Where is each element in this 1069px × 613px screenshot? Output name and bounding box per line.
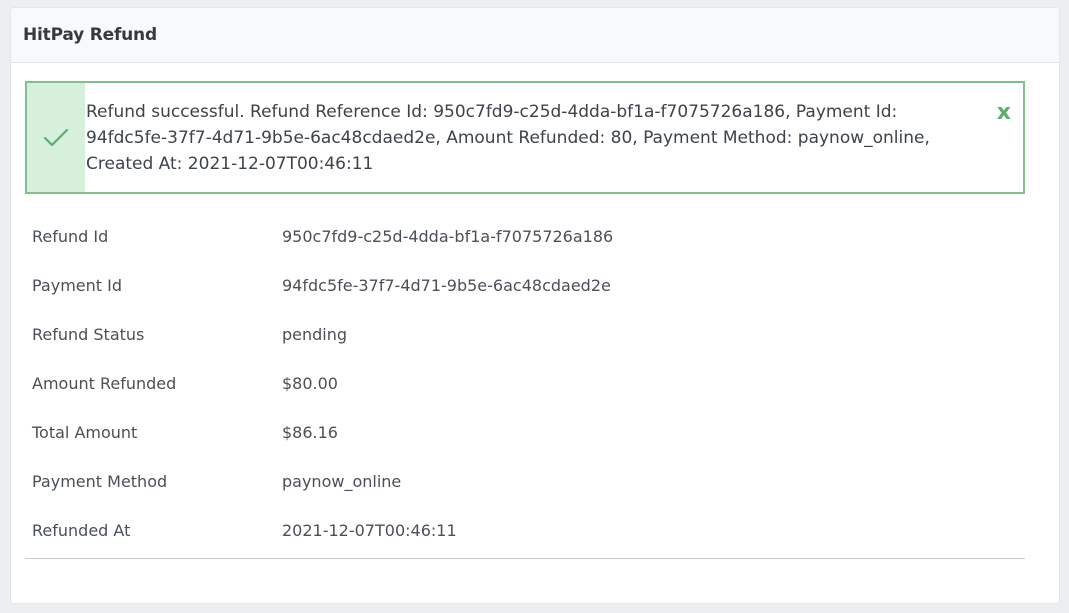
detail-value: 2021-12-07T00:46:11 [282, 521, 457, 540]
detail-row-refund-id: Refund Id 950c7fd9-c25d-4dda-bf1a-f70757… [25, 212, 1025, 261]
detail-row-payment-id: Payment Id 94fdc5fe-37f7-4d71-9b5e-6ac48… [25, 261, 1025, 310]
close-alert-button[interactable]: x [997, 101, 1011, 125]
detail-row-total-amount: Total Amount $86.16 [25, 408, 1025, 457]
refund-details: Refund Id 950c7fd9-c25d-4dda-bf1a-f70757… [25, 212, 1025, 555]
detail-value: $86.16 [282, 423, 338, 442]
detail-label: Refund Status [32, 325, 145, 344]
alert-message: Refund successful. Refund Reference Id: … [86, 102, 930, 174]
detail-label: Amount Refunded [32, 374, 177, 393]
detail-label: Total Amount [32, 423, 138, 442]
detail-label: Payment Id [32, 276, 123, 295]
detail-label: Payment Method [32, 472, 168, 491]
panel-header: HitPay Refund [11, 8, 1059, 63]
detail-label: Refunded At [32, 521, 131, 540]
detail-value: 94fdc5fe-37f7-4d71-9b5e-6ac48cdaed2e [282, 276, 611, 295]
details-divider [25, 558, 1025, 559]
detail-row-amount-refunded: Amount Refunded $80.00 [25, 359, 1025, 408]
detail-value: pending [282, 325, 348, 344]
detail-row-refund-status: Refund Status pending [25, 310, 1025, 359]
detail-value: $80.00 [282, 374, 338, 393]
success-alert: Refund successful. Refund Reference Id: … [25, 81, 1025, 194]
alert-icon-box [27, 83, 85, 192]
detail-value: 950c7fd9-c25d-4dda-bf1a-f7075726a186 [282, 227, 614, 246]
detail-value: paynow_online [282, 472, 402, 491]
detail-label: Refund Id [32, 227, 109, 246]
panel-title: HitPay Refund [23, 25, 157, 45]
detail-row-payment-method: Payment Method paynow_online [25, 457, 1025, 506]
detail-row-refunded-at: Refunded At 2021-12-07T00:46:11 [25, 506, 1025, 555]
checkmark-icon [43, 128, 69, 148]
